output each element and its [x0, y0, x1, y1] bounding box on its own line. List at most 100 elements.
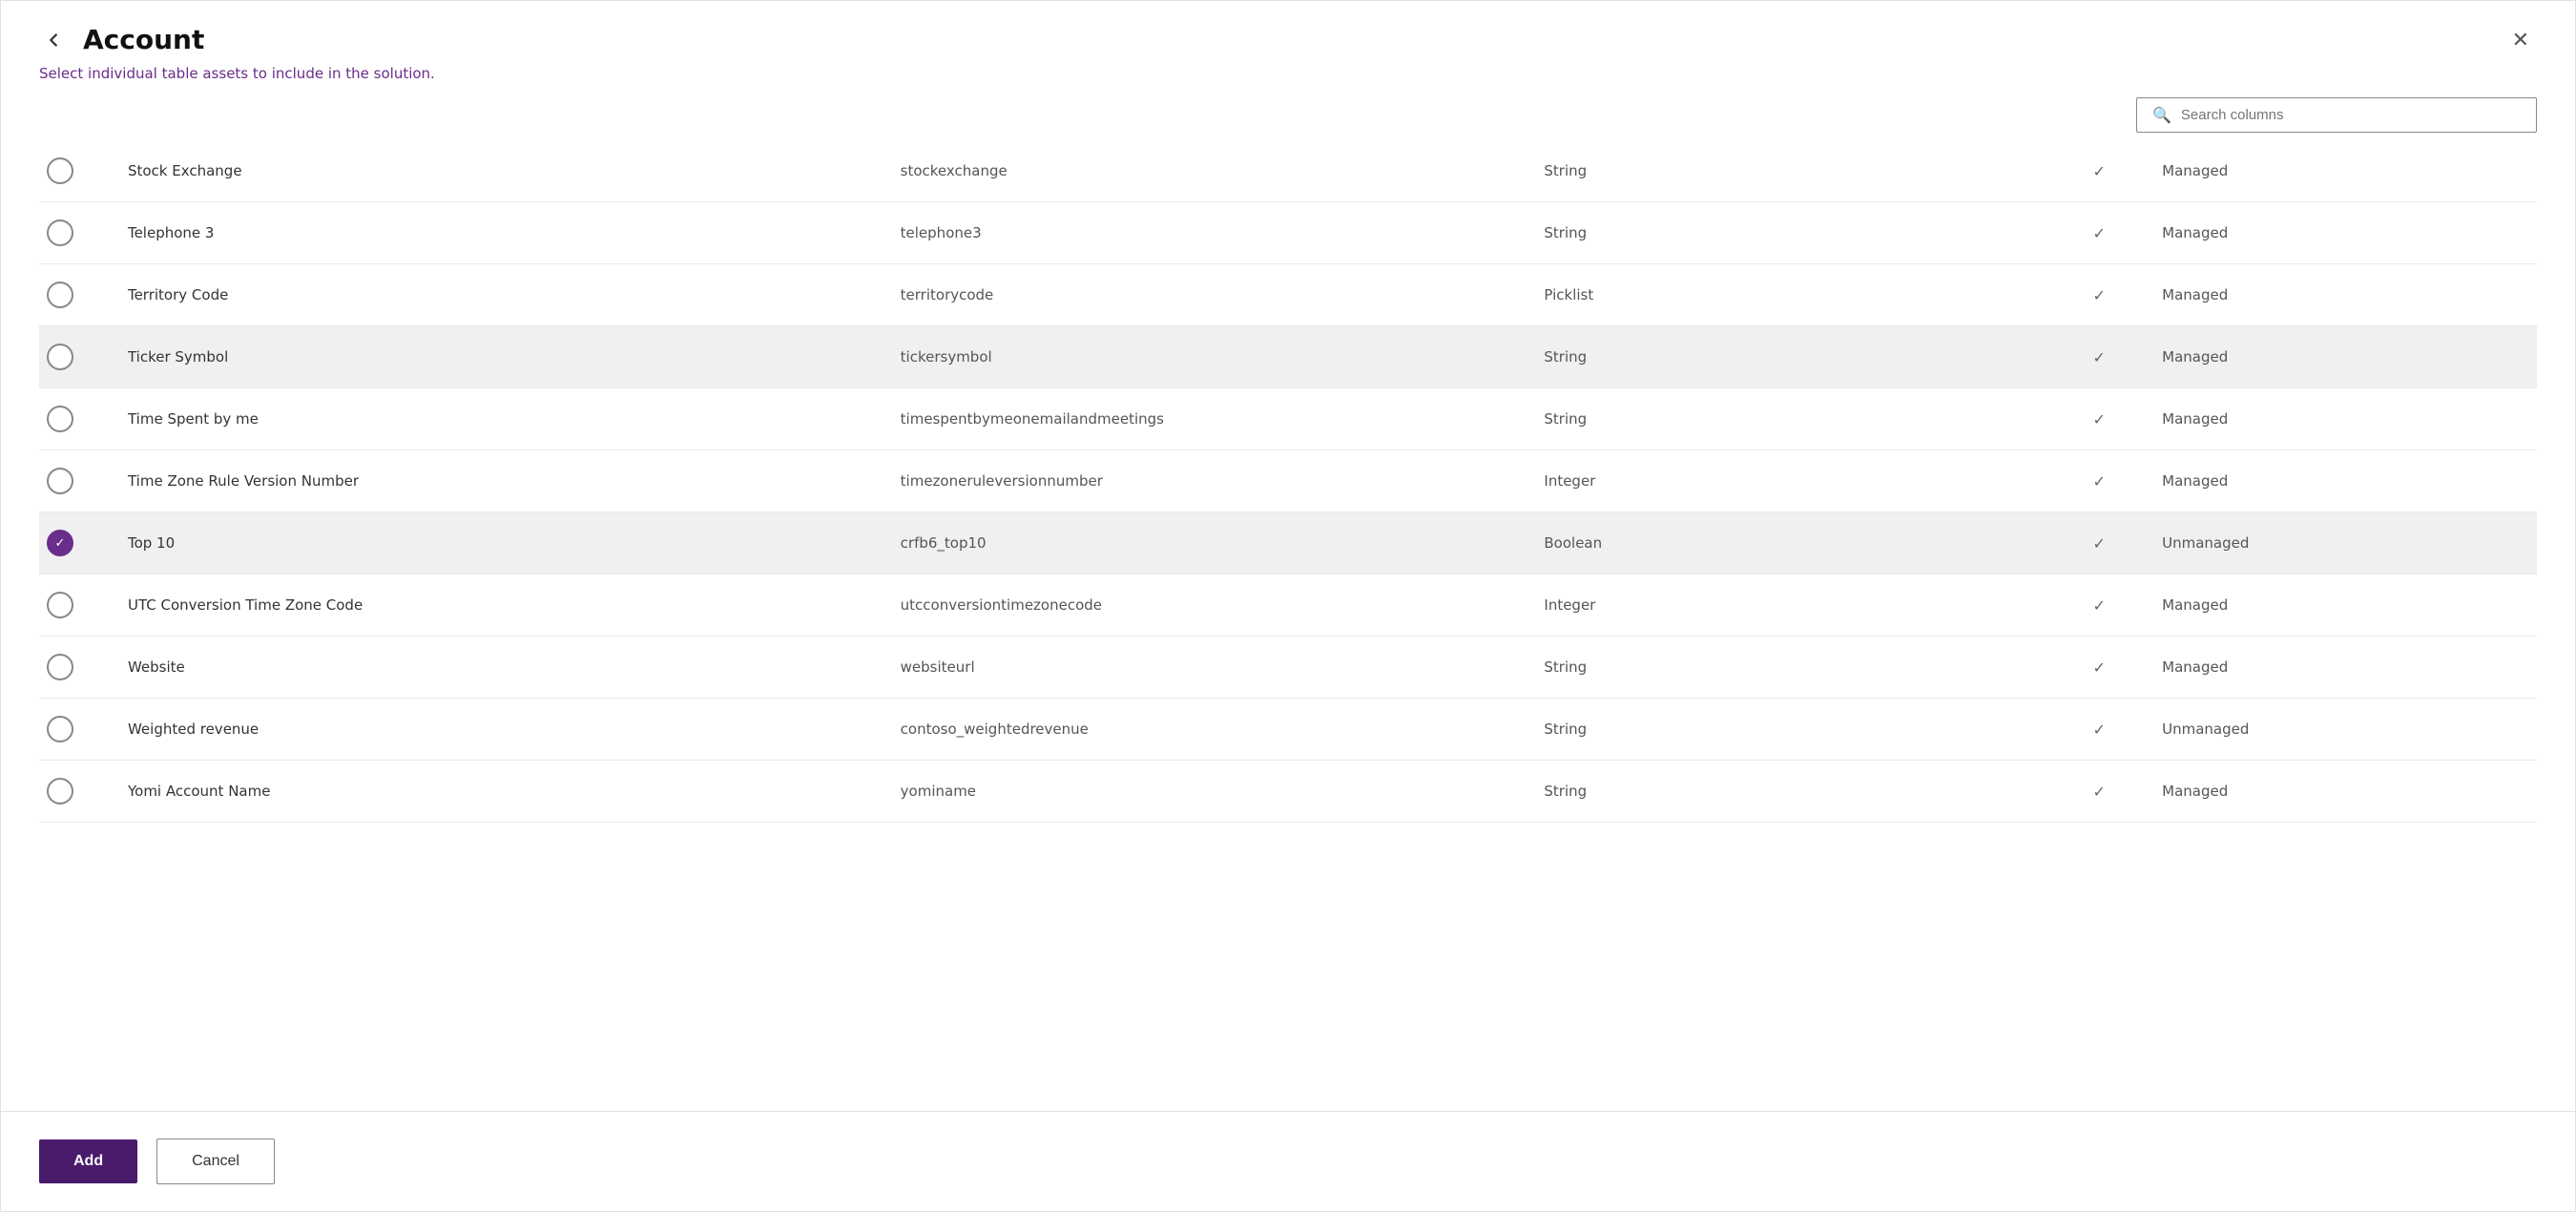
table-row[interactable]: Stock ExchangestockexchangeString ✓ Manage…	[39, 140, 2537, 202]
row-logical-name: yominame	[889, 761, 1533, 823]
row-checkbox[interactable]	[47, 716, 73, 742]
row-managed: Unmanaged	[2150, 512, 2537, 575]
row-display-name: Yomi Account Name	[116, 761, 889, 823]
row-logical-name: websiteurl	[889, 637, 1533, 699]
dialog-title: Account	[83, 24, 204, 55]
row-checkbox-cell	[39, 637, 116, 699]
row-managed: Managed	[2150, 326, 2537, 388]
row-checkbox[interactable]	[47, 406, 73, 432]
row-checkbox[interactable]	[47, 344, 73, 370]
add-button[interactable]: Add	[39, 1139, 137, 1183]
row-checkbox[interactable]	[47, 468, 73, 494]
row-type: String	[1532, 699, 2047, 761]
row-display-name: Time Spent by me	[116, 388, 889, 450]
row-customizable: ✓	[2047, 450, 2150, 512]
row-type: String	[1532, 140, 2047, 202]
subtitle-highlight: individual table assets	[88, 65, 248, 82]
search-input[interactable]	[2181, 107, 2521, 123]
row-checkbox-cell	[39, 326, 116, 388]
row-logical-name: timezoneruleversionnumber	[889, 450, 1533, 512]
row-customizable: ✓	[2047, 761, 2150, 823]
row-checkbox[interactable]	[47, 282, 73, 308]
row-managed: Managed	[2150, 388, 2537, 450]
row-display-name: UTC Conversion Time Zone Code	[116, 575, 889, 637]
table-row[interactable]: ✓ Top 10crfb6_top10Boolean ✓ Unmanaged	[39, 512, 2537, 575]
customizable-check-icon: ✓	[2092, 286, 2105, 304]
customizable-check-icon: ✓	[2092, 472, 2105, 491]
row-type: String	[1532, 761, 2047, 823]
row-checkbox[interactable]	[47, 778, 73, 805]
row-customizable: ✓	[2047, 202, 2150, 264]
row-checkbox-cell	[39, 202, 116, 264]
row-checkbox[interactable]	[47, 592, 73, 618]
row-logical-name: territorycode	[889, 264, 1533, 326]
row-type: Boolean	[1532, 512, 2047, 575]
row-customizable: ✓	[2047, 575, 2150, 637]
table-row[interactable]: Time Zone Rule Version Numbertimezonerul…	[39, 450, 2537, 512]
row-checkbox-cell	[39, 575, 116, 637]
row-customizable: ✓	[2047, 140, 2150, 202]
row-customizable: ✓	[2047, 388, 2150, 450]
customizable-check-icon: ✓	[2092, 162, 2105, 180]
row-type: Integer	[1532, 575, 2047, 637]
row-display-name: Stock Exchange	[116, 140, 889, 202]
row-managed: Managed	[2150, 202, 2537, 264]
row-managed: Unmanaged	[2150, 699, 2537, 761]
row-logical-name: stockexchange	[889, 140, 1533, 202]
row-checkbox-cell	[39, 264, 116, 326]
row-managed: Managed	[2150, 264, 2537, 326]
table-row[interactable]: Territory CodeterritorycodePicklist✓Mana…	[39, 264, 2537, 326]
row-managed: Managed	[2150, 637, 2537, 699]
table-row[interactable]: Time Spent by metimespentbymeonemailandm…	[39, 388, 2537, 450]
row-display-name: Time Zone Rule Version Number	[116, 450, 889, 512]
header-left: Account	[39, 24, 204, 55]
table-row[interactable]: WebsitewebsiteurlString✓Managed	[39, 637, 2537, 699]
row-managed: Managed	[2150, 761, 2537, 823]
customizable-check-icon: ✓	[2092, 224, 2105, 242]
customizable-check-icon: ✓	[2092, 410, 2105, 428]
back-button[interactable]	[39, 26, 68, 54]
customizable-check-icon: ✓	[2092, 721, 2105, 739]
row-display-name: Ticker Symbol	[116, 326, 889, 388]
customizable-check-icon: ✓	[2092, 658, 2105, 677]
row-display-name: Website	[116, 637, 889, 699]
cancel-button[interactable]: Cancel	[156, 1139, 275, 1184]
row-type: String	[1532, 202, 2047, 264]
row-checkbox[interactable]	[47, 654, 73, 680]
table-row[interactable]: Telephone 3telephone3String✓Managed	[39, 202, 2537, 264]
table-row[interactable]: Yomi Account NameyominameString ✓ Managed	[39, 761, 2537, 823]
subtitle-text-plain: Select	[39, 65, 88, 82]
row-type: Picklist	[1532, 264, 2047, 326]
checkmark-icon: ✓	[55, 536, 66, 551]
table-row[interactable]: Ticker SymboltickersymbolString✓Managed	[39, 326, 2537, 388]
close-button[interactable]: ✕	[2504, 26, 2537, 54]
search-box: 🔍	[2136, 97, 2537, 133]
customizable-check-icon: ✓	[2092, 596, 2105, 615]
row-logical-name: crfb6_top10	[889, 512, 1533, 575]
row-logical-name: timespentbymeonemailandmeetings	[889, 388, 1533, 450]
row-display-name: Weighted revenue	[116, 699, 889, 761]
row-logical-name: contoso_weightedrevenue	[889, 699, 1533, 761]
row-customizable: ✓	[2047, 637, 2150, 699]
customizable-check-icon: ✓	[2092, 534, 2105, 553]
row-type: Integer	[1532, 450, 2047, 512]
row-type: String	[1532, 326, 2047, 388]
customizable-check-icon: ✓	[2092, 348, 2105, 366]
dialog-footer: Add Cancel	[1, 1111, 2575, 1211]
row-display-name: Telephone 3	[116, 202, 889, 264]
row-checkbox-cell	[39, 140, 116, 202]
row-customizable: ✓	[2047, 512, 2150, 575]
row-checkbox[interactable]	[47, 157, 73, 184]
row-display-name: Top 10	[116, 512, 889, 575]
row-checkbox[interactable]	[47, 219, 73, 246]
row-checkbox-cell: ✓	[39, 512, 116, 575]
columns-table: Stock ExchangestockexchangeString✓Manage…	[39, 140, 2537, 823]
table-row[interactable]: UTC Conversion Time Zone Codeutcconversi…	[39, 575, 2537, 637]
dialog: Account ✕ Select individual table assets…	[0, 0, 2576, 1212]
customizable-check-icon: ✓	[2092, 783, 2105, 801]
search-area: 🔍	[1, 82, 2575, 140]
row-checkbox[interactable]: ✓	[47, 530, 73, 556]
row-checkbox-cell	[39, 388, 116, 450]
row-managed: Managed	[2150, 140, 2537, 202]
table-row[interactable]: Weighted revenuecontoso_weightedrevenueS…	[39, 699, 2537, 761]
